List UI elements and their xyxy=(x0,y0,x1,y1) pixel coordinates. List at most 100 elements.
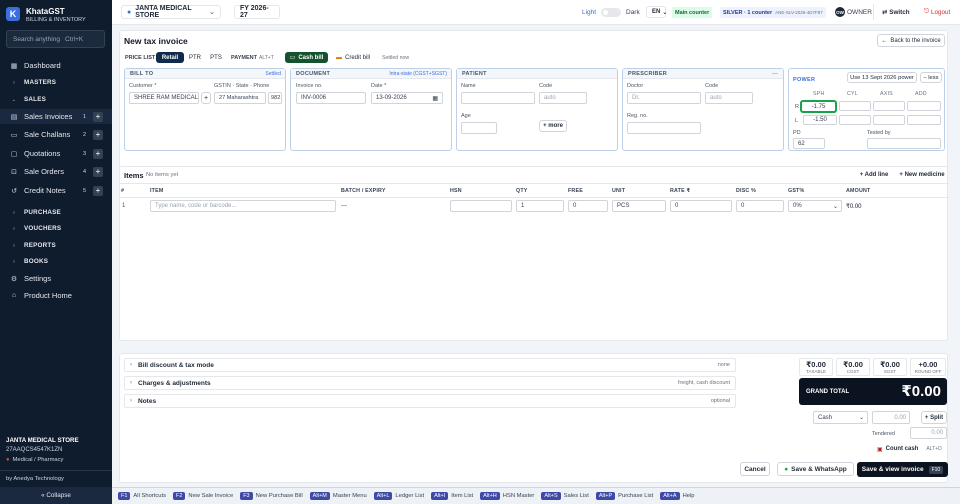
sidebar-section-sales[interactable]: ⌄ SALES xyxy=(0,93,112,106)
left-axis-field[interactable] xyxy=(873,115,905,125)
date-label: Date * xyxy=(371,83,387,89)
theme-toggle[interactable] xyxy=(601,8,621,17)
patient-name-field[interactable] xyxy=(461,92,535,104)
sidebar-section-vouchers[interactable]: › VOUCHERS xyxy=(0,222,112,235)
price-list-pts[interactable]: PTS xyxy=(207,52,225,63)
patient-more-button[interactable]: + more xyxy=(539,120,567,132)
pd-field[interactable]: 62 xyxy=(793,138,825,149)
state-field[interactable]: 27 Maharashtra xyxy=(214,92,266,104)
left-add-field[interactable] xyxy=(907,115,941,125)
disc-field[interactable]: 0 xyxy=(736,200,784,212)
summary-card: › Bill discount & tax mode none › Charge… xyxy=(119,353,948,483)
shortcut-purchase-list[interactable]: Alt+P Purchase List xyxy=(595,492,653,500)
bill-discount-section[interactable]: › Bill discount & tax mode none xyxy=(124,358,736,372)
doctor-code-field[interactable]: auto xyxy=(705,92,753,104)
cash-bill-button[interactable]: ▭ Cash bill xyxy=(285,52,328,63)
tendered-field[interactable]: 0.00 xyxy=(910,427,947,439)
shortcut-new-purchase[interactable]: F3 New Purchase Bill xyxy=(240,492,303,500)
customer-field[interactable]: SHREE RAM MEDICAL xyxy=(129,92,199,104)
new-medicine-button[interactable]: + New medicine xyxy=(898,169,946,180)
shortcut-hsn-master[interactable]: Alt+H HSN Master xyxy=(480,492,534,500)
sidebar-section-reports[interactable]: › REPORTS xyxy=(0,239,112,252)
switch-button[interactable]: ⇄ Switch xyxy=(877,5,915,19)
logout-button[interactable]: ⎋ Logout xyxy=(919,5,956,19)
payment-amount-field[interactable]: 0.00 xyxy=(872,411,910,424)
shortcut-new-sale[interactable]: F2 New Sale Invoice xyxy=(172,492,233,500)
sidebar-item-quotations[interactable]: ▢ Quotations 3 + xyxy=(0,146,112,161)
right-axis-field[interactable] xyxy=(873,101,905,111)
gst-select[interactable]: 0% ⌄ xyxy=(788,200,842,212)
add-sales-invoice-button[interactable]: + xyxy=(93,111,103,122)
fy-selector[interactable]: FY 2026-27 xyxy=(234,5,280,19)
payment-mode-select[interactable]: Cash ⌄ xyxy=(813,411,868,424)
price-list-retail[interactable]: Retail xyxy=(156,52,184,63)
credit-bill-button[interactable]: ▬ Credit bill xyxy=(332,52,374,63)
qty-field[interactable]: 1 xyxy=(516,200,564,212)
hsn-field[interactable] xyxy=(450,200,512,212)
add-credit-note-button[interactable]: + xyxy=(93,185,103,196)
sidebar-section-books[interactable]: › BOOKS xyxy=(0,255,112,268)
col-index: # xyxy=(121,188,125,194)
notes-section[interactable]: › Notes optional xyxy=(124,394,736,408)
grand-total-value: ₹0.00 xyxy=(901,383,941,400)
right-sph-field[interactable]: -1.75 xyxy=(800,100,837,113)
sidebar-section-masters[interactable]: › MASTERS xyxy=(0,76,112,89)
patient-age-field[interactable] xyxy=(461,122,497,134)
add-sale-order-button[interactable]: + xyxy=(93,166,103,177)
logout-icon: ⎋ xyxy=(924,8,929,15)
sidebar-item-settings[interactable]: ⚙ Settings xyxy=(0,271,112,286)
add-quotation-button[interactable]: + xyxy=(93,148,103,159)
sidebar-item-sales-invoices[interactable]: ▤ Sales Invoices 1 + xyxy=(0,109,112,124)
date-field[interactable]: 13-09-2026 ▦ xyxy=(371,92,443,104)
unit-field[interactable]: PCS xyxy=(612,200,666,212)
company-switcher[interactable]: ● JANTA MEDICAL STORE ⌄ xyxy=(121,5,221,19)
sidebar-search-input[interactable]: Search anything Ctrl+K xyxy=(6,30,105,48)
document-section: DOCUMENT Intra-state (CGST+SGST) Invoice … xyxy=(290,68,452,151)
sidebar-item-credit-notes[interactable]: ↺ Credit Notes 5 + xyxy=(0,183,112,198)
invoice-no-field[interactable]: INV-0006 xyxy=(296,92,366,104)
shortcut-item-list[interactable]: Alt+I Item List xyxy=(431,492,473,500)
customer-add-button[interactable]: + xyxy=(201,92,211,104)
shortcut-all[interactable]: F1 All Shortcuts xyxy=(118,492,166,500)
avatar[interactable]: OW xyxy=(835,7,845,17)
items-empty-note: No items yet xyxy=(146,172,179,178)
shortcut-sales-list[interactable]: Alt+S Sales List xyxy=(541,492,589,500)
patient-heading: PATIENT xyxy=(457,69,617,79)
tested-by-field[interactable] xyxy=(867,138,941,149)
sidebar-item-sale-challans[interactable]: ▭ Sale Challans 2 + xyxy=(0,127,112,142)
split-payment-button[interactable]: + Split xyxy=(921,411,947,424)
right-cyl-field[interactable] xyxy=(839,101,871,111)
item-search-input[interactable]: Type name, code or barcode... xyxy=(150,200,336,212)
sidebar-item-sale-orders[interactable]: ⊡ Sale Orders 4 + xyxy=(0,164,112,179)
save-whatsapp-button[interactable]: ● Save & WhatsApp xyxy=(777,462,854,476)
minimize-icon[interactable]: — xyxy=(772,69,778,79)
price-list-ptr[interactable]: PTR xyxy=(186,52,204,63)
back-button[interactable]: ← Back to the invoice xyxy=(877,34,945,47)
language-select[interactable]: EN ⌄ xyxy=(646,6,667,18)
collapse-button[interactable]: « Collapse xyxy=(0,487,112,504)
use-power-button[interactable]: Use 13 Sept 2026 power xyxy=(847,72,917,83)
left-cyl-field[interactable] xyxy=(839,115,871,125)
add-sale-challan-button[interactable]: + xyxy=(93,129,103,140)
shortcut-master-menu[interactable]: Alt+M Master Menu xyxy=(309,492,367,500)
sidebar-item-dashboard[interactable]: ▦ Dashboard xyxy=(0,58,112,73)
reg-no-field[interactable] xyxy=(627,122,701,134)
count-cash-button[interactable]: ▣ Count cash ALT+D xyxy=(877,443,942,455)
card-icon: ▬ xyxy=(335,54,342,61)
save-view-button[interactable]: Save & view invoice F10 xyxy=(857,462,948,477)
rate-field[interactable]: 0 xyxy=(670,200,732,212)
less-button[interactable]: – less xyxy=(920,72,942,83)
charges-section[interactable]: › Charges & adjustments freight, cash di… xyxy=(124,376,736,390)
doctor-field[interactable]: Dr. xyxy=(627,92,701,104)
shortcut-ledger-list[interactable]: Alt+L Ledger List xyxy=(373,492,424,500)
add-line-button[interactable]: + Add line xyxy=(858,169,890,180)
phone-field[interactable]: 982 xyxy=(268,92,282,104)
sidebar-section-purchase[interactable]: › PURCHASE xyxy=(0,206,112,219)
free-field[interactable]: 0 xyxy=(568,200,608,212)
shortcut-help[interactable]: Alt+A Help xyxy=(660,492,695,500)
cancel-button[interactable]: Cancel xyxy=(740,462,770,476)
sidebar-item-product-home[interactable]: ⌂ Product Home xyxy=(0,288,112,303)
patient-code-field[interactable]: auto xyxy=(539,92,587,104)
right-add-field[interactable] xyxy=(907,101,941,111)
left-sph-field[interactable]: -1.50 xyxy=(803,115,837,125)
